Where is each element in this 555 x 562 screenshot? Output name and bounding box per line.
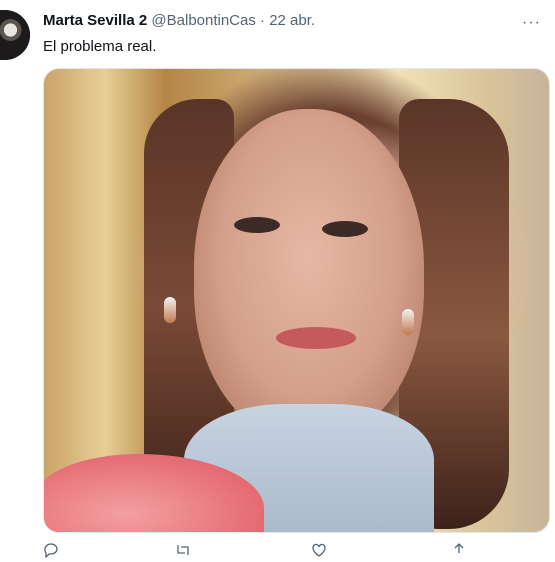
reply-icon bbox=[43, 542, 59, 559]
separator-dot: · bbox=[260, 12, 266, 29]
lips-shape bbox=[276, 327, 356, 349]
author-handle[interactable]: @BalbontinCas bbox=[151, 12, 255, 29]
tweet-card[interactable]: Marta Sevilla 2 @BalbontinCas · 22 abr. … bbox=[0, 0, 555, 559]
like-button[interactable] bbox=[311, 542, 335, 558]
reply-button[interactable] bbox=[43, 542, 67, 559]
share-button[interactable] bbox=[451, 542, 467, 558]
tweet-text: El problema real. bbox=[43, 38, 157, 55]
tweet-image[interactable] bbox=[43, 68, 550, 533]
like-icon bbox=[311, 542, 327, 558]
retweet-button[interactable] bbox=[175, 542, 199, 558]
eye-left-shape bbox=[234, 217, 280, 233]
eye-right-shape bbox=[322, 221, 368, 237]
author-name[interactable]: Marta Sevilla 2 bbox=[43, 12, 147, 29]
share-icon bbox=[451, 542, 467, 558]
retweet-icon bbox=[175, 542, 191, 558]
tweet-header: Marta Sevilla 2 @BalbontinCas · 22 abr. bbox=[43, 12, 315, 29]
tweet-actions bbox=[43, 542, 513, 562]
tweet-date[interactable]: 22 abr. bbox=[269, 12, 315, 29]
more-icon[interactable]: ··· bbox=[522, 14, 541, 32]
avatar[interactable] bbox=[0, 10, 30, 60]
face-shape bbox=[194, 109, 424, 439]
earring-left-shape bbox=[164, 297, 176, 323]
earring-right-shape bbox=[402, 309, 414, 335]
